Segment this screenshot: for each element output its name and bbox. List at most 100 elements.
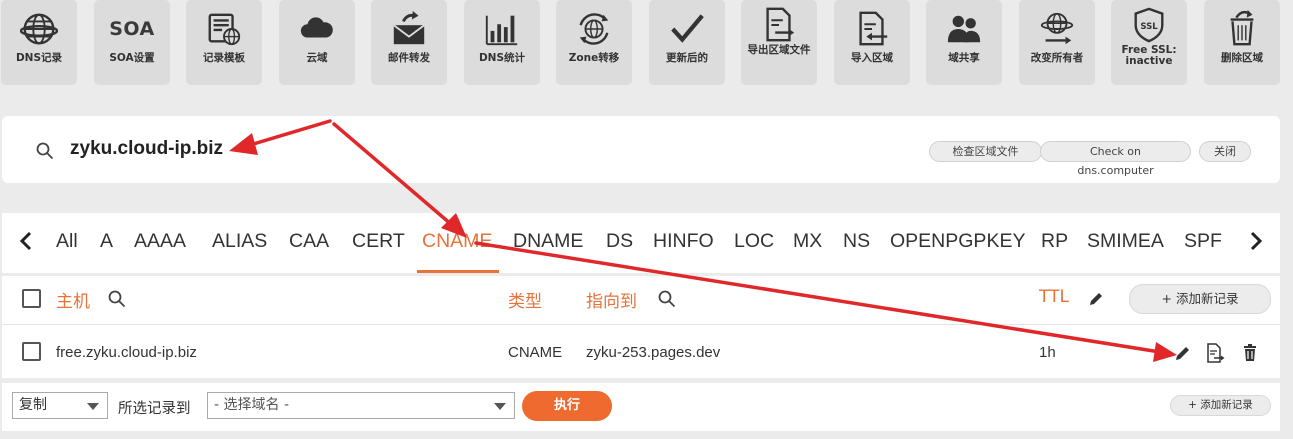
tool-mail-forward[interactable]: 邮件转发 bbox=[371, 0, 447, 85]
row-ttl: 1h bbox=[1039, 344, 1056, 361]
tab-ds[interactable]: DS bbox=[606, 230, 633, 253]
bar-chart-icon bbox=[482, 9, 522, 49]
tool-change-owner[interactable]: 改变所有者 bbox=[1019, 0, 1095, 85]
tab-openpgpkey[interactable]: OPENPGPKEY bbox=[890, 230, 1025, 253]
check-zone-file-button[interactable]: 检查区域文件 bbox=[929, 141, 1042, 162]
tab-caa[interactable]: CAA bbox=[289, 230, 329, 253]
tab-dname[interactable]: DNAME bbox=[513, 230, 583, 253]
tool-label: 改变所有者 bbox=[1030, 52, 1084, 64]
search-icon[interactable] bbox=[108, 290, 126, 308]
export-record-icon[interactable] bbox=[1205, 343, 1225, 363]
column-header-ttl: TTL bbox=[1039, 287, 1069, 307]
domain-name: zyku.cloud-ip.biz bbox=[70, 138, 224, 159]
chevron-down-icon bbox=[494, 403, 506, 410]
domain-select[interactable]: - 选择域名 - bbox=[207, 392, 515, 419]
tool-record-templates[interactable]: 记录模板 bbox=[186, 0, 262, 85]
records-table: 主机 类型 指向到 TTL + 添加新记录 free.zyku.cloud-ip… bbox=[2, 276, 1280, 378]
toolbar: DNS记录 SOA SOA设置 记录模板 云域 邮件转发 DNS统计 Zone转… bbox=[0, 0, 1293, 86]
tool-label: Free SSL: inactive bbox=[1121, 44, 1177, 67]
tool-cloud-domain[interactable]: 云域 bbox=[279, 0, 355, 85]
soa-text-icon: SOA bbox=[109, 18, 155, 40]
column-header-host: 主机 bbox=[56, 292, 90, 312]
tab-cert[interactable]: CERT bbox=[352, 230, 405, 253]
tab-hinfo[interactable]: HINFO bbox=[653, 230, 714, 253]
action-select-value: 复制 bbox=[19, 397, 47, 413]
tool-zone-transfer[interactable]: Zone转移 bbox=[556, 0, 632, 85]
row-host: free.zyku.cloud-ip.biz bbox=[56, 344, 197, 361]
import-file-icon bbox=[852, 9, 892, 49]
execute-button[interactable]: 执行 bbox=[522, 391, 612, 421]
domain-search-panel: zyku.cloud-ip.biz 检查区域文件 Check on dns.co… bbox=[2, 116, 1280, 183]
globe-transfer-icon bbox=[574, 9, 614, 49]
tool-delete-zone[interactable]: 删除区域 bbox=[1204, 0, 1280, 85]
tab-alias[interactable]: ALIAS bbox=[212, 230, 267, 253]
chevron-left-icon[interactable] bbox=[16, 229, 36, 253]
tab-aaaa[interactable]: AAAA bbox=[134, 230, 186, 253]
tool-label: 记录模板 bbox=[203, 52, 245, 64]
column-header-type: 类型 bbox=[508, 292, 542, 312]
header-divider bbox=[2, 324, 1280, 325]
edit-ttl-icon[interactable] bbox=[1088, 291, 1104, 307]
delete-trash-icon[interactable] bbox=[1240, 343, 1260, 363]
tool-label: SOA设置 bbox=[109, 52, 155, 64]
chevron-down-icon bbox=[87, 403, 99, 410]
selected-records-to-label: 所选记录到 bbox=[118, 401, 191, 417]
tool-label: 导入区域 bbox=[851, 52, 893, 64]
tool-dns-stats[interactable]: DNS统计 bbox=[464, 0, 540, 85]
tool-label: DNS统计 bbox=[478, 52, 526, 64]
tab-a[interactable]: A bbox=[100, 230, 113, 253]
export-file-icon bbox=[759, 5, 799, 45]
change-owner-icon bbox=[1037, 9, 1077, 49]
edit-pencil-icon[interactable] bbox=[1173, 343, 1193, 363]
close-button[interactable]: 关闭 bbox=[1199, 141, 1251, 162]
tool-label: 更新后的 bbox=[666, 52, 708, 64]
add-record-button-bottom[interactable]: + 添加新记录 bbox=[1170, 395, 1271, 416]
tab-rp[interactable]: RP bbox=[1041, 230, 1068, 253]
globe-icon bbox=[19, 9, 59, 49]
tab-spf[interactable]: SPF bbox=[1184, 230, 1222, 253]
checkmark-icon bbox=[667, 9, 707, 49]
record-type-tabs: All A AAAA ALIAS CAA CERT CNAME DNAME DS… bbox=[2, 213, 1280, 273]
svg-text:SSL: SSL bbox=[1140, 22, 1158, 32]
tool-label: 云域 bbox=[306, 52, 328, 64]
tool-soa-settings[interactable]: SOA SOA设置 bbox=[94, 0, 170, 85]
check-on-dns-computer-button[interactable]: Check on dns.computer bbox=[1040, 141, 1191, 177]
domain-select-placeholder: - 选择域名 - bbox=[214, 397, 290, 413]
tool-label: Zone转移 bbox=[568, 52, 620, 64]
add-record-button[interactable]: + 添加新记录 bbox=[1129, 284, 1271, 314]
column-header-points-to: 指向到 bbox=[586, 292, 637, 312]
bulk-action-bar: 复制 所选记录到 - 选择域名 - 执行 + 添加新记录 bbox=[2, 383, 1280, 431]
tab-ns[interactable]: NS bbox=[843, 230, 870, 253]
ssl-shield-icon: SSL bbox=[1129, 5, 1169, 45]
tab-loc[interactable]: LOC bbox=[734, 230, 774, 253]
tool-free-ssl[interactable]: SSL Free SSL: inactive bbox=[1111, 0, 1187, 85]
tool-label: 域共享 bbox=[948, 52, 980, 64]
search-icon[interactable] bbox=[658, 290, 676, 308]
tool-import-zone[interactable]: 导入区域 bbox=[834, 0, 910, 85]
tab-all[interactable]: All bbox=[56, 230, 78, 253]
tool-updated[interactable]: 更新后的 bbox=[649, 0, 725, 85]
row-checkbox[interactable] bbox=[22, 342, 41, 361]
active-tab-indicator bbox=[417, 270, 499, 273]
select-all-checkbox[interactable] bbox=[22, 289, 41, 308]
tool-label: 邮件转发 bbox=[388, 52, 430, 64]
tool-domain-share[interactable]: 域共享 bbox=[926, 0, 1002, 85]
tool-label: DNS记录 bbox=[15, 52, 63, 64]
trash-bin-icon bbox=[1222, 9, 1262, 49]
tab-smimea[interactable]: SMIMEA bbox=[1087, 230, 1164, 253]
row-type: CNAME bbox=[508, 344, 563, 361]
cloud-icon bbox=[297, 9, 337, 49]
chevron-right-icon[interactable] bbox=[1246, 229, 1266, 253]
tab-mx[interactable]: MX bbox=[793, 230, 822, 253]
tool-export-zone-file[interactable]: 导出区域文件 bbox=[741, 0, 817, 85]
tool-label: 删除区域 bbox=[1221, 52, 1263, 64]
tool-label: 导出区域文件 bbox=[747, 44, 811, 56]
template-icon bbox=[204, 9, 244, 49]
action-select[interactable]: 复制 bbox=[12, 392, 108, 419]
row-points-to: zyku-253.pages.dev bbox=[586, 344, 721, 361]
users-icon bbox=[944, 9, 984, 49]
tool-dns-records[interactable]: DNS记录 bbox=[1, 0, 77, 85]
tab-cname[interactable]: CNAME bbox=[422, 230, 492, 253]
mail-forward-icon bbox=[389, 9, 429, 49]
search-icon[interactable] bbox=[36, 142, 54, 160]
